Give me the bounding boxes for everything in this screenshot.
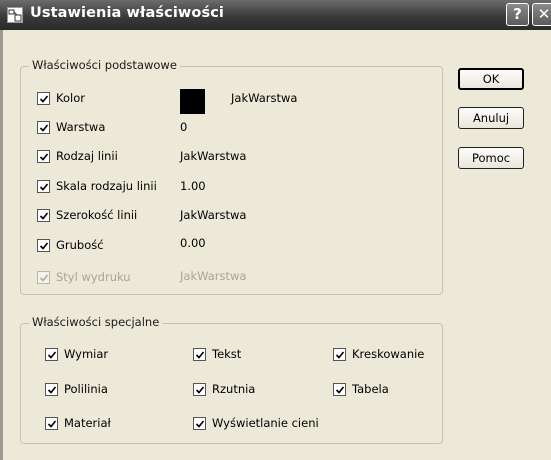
window-frame-left: [0, 30, 3, 460]
lineweight-label: Szerokość linii: [56, 208, 138, 222]
title-bar[interactable]: Ustawienia właściwości ? ✕: [0, 0, 551, 30]
lineweight-checkbox[interactable]: [37, 209, 50, 222]
dimension-checkbox[interactable]: [45, 348, 58, 361]
polyline-checkbox[interactable]: [45, 383, 58, 396]
plot-style-checkbox: [37, 271, 50, 284]
hatch-checkbox[interactable]: [333, 348, 346, 361]
properties-app-icon: [7, 7, 23, 23]
color-label: Kolor: [56, 91, 85, 105]
viewport-checkbox[interactable]: [193, 383, 206, 396]
cancel-button[interactable]: Anuluj: [458, 107, 524, 129]
special-properties-legend: Właściwości specjalne: [29, 315, 163, 329]
material-checkbox[interactable]: [45, 417, 58, 430]
layer-label: Warstwa: [56, 120, 106, 134]
table-checkbox[interactable]: [333, 383, 346, 396]
ok-button[interactable]: OK: [458, 68, 524, 90]
close-icon[interactable]: ✕: [532, 3, 551, 26]
linetype-value: JakWarstwa: [180, 149, 247, 163]
thickness-value: 0.00: [180, 236, 206, 250]
linetype-scale-label: Skala rodzaju linii: [56, 179, 157, 193]
dimension-label: Wymiar: [64, 347, 109, 361]
color-swatch: [180, 89, 205, 114]
window-title: Ustawienia właściwości: [30, 5, 224, 21]
plot-style-label: Styl wydruku: [56, 270, 131, 284]
help-button[interactable]: Pomoc: [458, 147, 524, 169]
color-value: JakWarstwa: [231, 91, 298, 105]
text-checkbox[interactable]: [193, 348, 206, 361]
basic-properties-legend: Właściwości podstawowe: [29, 58, 180, 72]
shadow-display-checkbox[interactable]: [193, 417, 206, 430]
linetype-scale-value: 1.00: [180, 179, 206, 193]
table-label: Tabela: [352, 382, 389, 396]
polyline-label: Polilinia: [64, 382, 108, 396]
lineweight-value: JakWarstwa: [180, 208, 247, 222]
color-checkbox[interactable]: [37, 92, 50, 105]
linetype-label: Rodzaj linii: [56, 149, 118, 163]
thickness-checkbox[interactable]: [37, 239, 50, 252]
shadow-display-label: Wyświetlanie cieni: [212, 416, 319, 430]
help-question-icon[interactable]: ?: [506, 3, 529, 26]
thickness-label: Grubość: [56, 238, 104, 252]
linetype-checkbox[interactable]: [37, 150, 50, 163]
hatch-label: Kreskowanie: [352, 347, 425, 361]
material-label: Materiał: [64, 416, 111, 430]
layer-value: 0: [180, 120, 188, 134]
linetype-scale-checkbox[interactable]: [37, 180, 50, 193]
text-label: Tekst: [212, 347, 242, 361]
layer-checkbox[interactable]: [37, 121, 50, 134]
viewport-label: Rzutnia: [212, 382, 256, 396]
plot-style-value: JakWarstwa: [180, 269, 247, 283]
